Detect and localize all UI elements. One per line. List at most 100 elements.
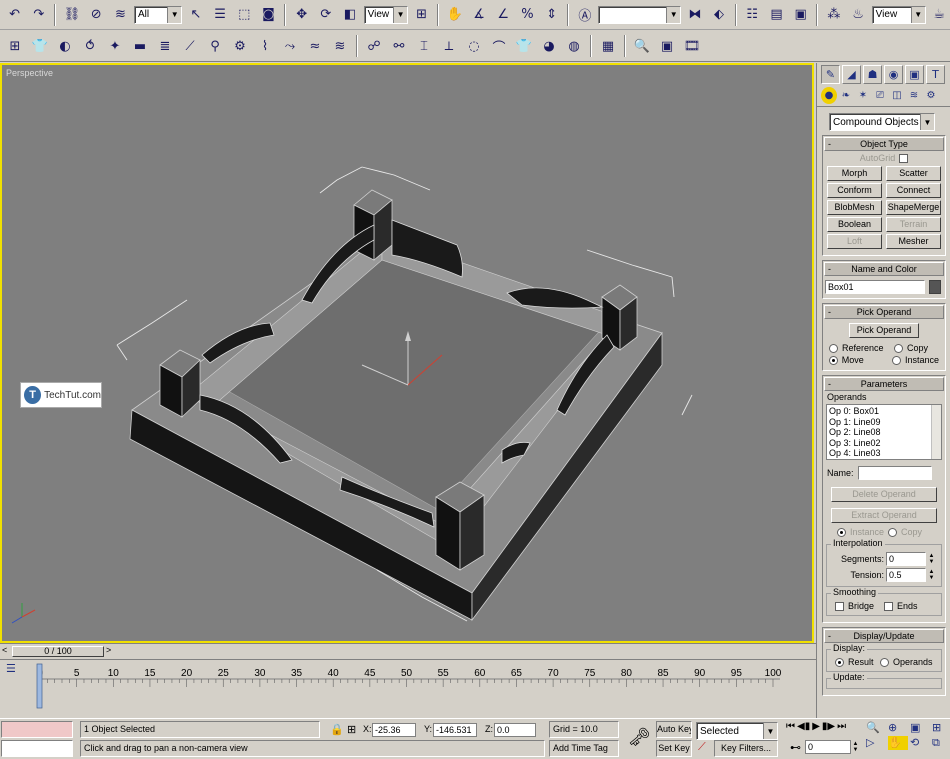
toy-car-icon[interactable]: ⌇ [254,35,276,57]
y-coordinate-field[interactable]: -146.531 [433,723,477,737]
display-tab-icon[interactable]: ▣ [905,65,924,84]
operands-scrollbar[interactable] [931,405,941,459]
instance-radio[interactable] [892,355,901,365]
reference-radio[interactable] [829,343,838,353]
maximize-viewport-icon[interactable]: ⧉ [932,736,950,750]
maxscript-listener-pink[interactable] [1,721,73,738]
move-radio[interactable] [829,355,838,365]
pan-icon[interactable]: ✋ [888,736,908,750]
render-scene-icon[interactable]: ♨ [847,4,868,26]
zoom-all-icon[interactable]: ⊕ [888,721,908,734]
rope-modifier-icon[interactable]: ◍ [563,35,585,57]
cloth-collection-icon[interactable]: 👕 [29,35,51,57]
viewport-render-dropdown[interactable]: View ▼ [871,5,926,24]
curve-editor-icon[interactable]: ▤ [766,4,787,26]
display-update-rollout-header[interactable]: - Display/Update [824,629,944,643]
motion-tab-icon[interactable]: ◉ [884,65,903,84]
use-pivot-center-icon[interactable]: ⊞ [411,4,432,26]
utilities-tab-icon[interactable]: T [926,65,945,84]
parameters-rollout-header[interactable]: - Parameters [824,377,944,391]
bind-to-space-warp-icon[interactable]: ≋ [110,4,131,26]
object-type-rollout-header[interactable]: - Object Type [824,137,944,151]
rigid-body-collection-icon[interactable]: ⊞ [4,35,26,57]
key-filters-button[interactable]: Key Filters... [714,740,778,757]
layer-manager-icon[interactable]: ☷ [742,4,763,26]
segments-field[interactable]: 0 [886,552,926,566]
autogrid-checkbox[interactable] [899,153,909,163]
point-to-point-icon[interactable]: ⌶ [413,35,435,57]
car-wheel-icon[interactable]: ◌ [463,35,485,57]
soft-body-collection-icon[interactable]: ◐ [54,35,76,57]
shapes-icon[interactable]: ❧ [838,87,854,104]
shapemerge-button[interactable]: ShapeMerge [886,200,941,215]
play-icon[interactable]: ▶ [812,721,820,732]
zoom-icon[interactable]: 🔍 [866,721,886,734]
name-and-color-rollout-header[interactable]: - Name and Color [824,262,944,276]
ends-checkbox[interactable] [884,601,893,611]
spinner-arrows-icon[interactable]: ▲ ▼ [928,553,935,565]
property-editor-icon[interactable]: ▦ [597,35,619,57]
key-tangent-icon[interactable]: ⟋ [698,741,706,754]
percent-snap-icon[interactable]: % [517,4,538,26]
mirror-icon[interactable]: ⧓ [684,4,705,26]
rope-collection-icon[interactable]: ⥀ [79,35,101,57]
select-and-link-icon[interactable]: ⛓ [61,4,82,26]
window-crossing-icon[interactable]: ◙ [258,4,279,26]
list-item[interactable]: Op 3: Line02 [829,438,939,449]
selection-filter-dropdown[interactable]: All ▼ [134,5,183,24]
spring-icon[interactable]: ≣ [154,35,176,57]
previous-frame-icon[interactable]: ◀▮ [797,721,810,732]
time-slider[interactable]: 0 / 100 [12,646,104,657]
conform-button[interactable]: Conform [827,183,882,198]
result-radio[interactable] [835,657,844,667]
preview-animation-icon[interactable]: ▣ [656,35,678,57]
list-item[interactable]: Op 1: Line09 [829,417,939,428]
list-item[interactable]: Op 0: Box01 [829,406,939,417]
set-key-button[interactable]: Set Key [656,740,692,757]
fracture-icon[interactable]: ⤳ [279,35,301,57]
analyze-world-icon[interactable]: 🔍 [631,35,653,57]
morph-button[interactable]: Morph [827,166,882,181]
create-animation-icon[interactable]: 🎞 [681,35,703,57]
systems-icon[interactable]: ⚙ [923,87,939,104]
go-to-end-icon[interactable]: ⏭ [837,721,846,732]
angle-snap-icon[interactable]: ∠ [493,4,514,26]
selection-lock-icon[interactable]: 🔒 [330,723,344,736]
lights-icon[interactable]: ✶ [855,87,871,104]
modify-tab-icon[interactable]: ◢ [842,65,861,84]
spinner-snap-icon[interactable]: ⇕ [541,4,562,26]
dashpot-icon[interactable]: ⟋ [179,35,201,57]
list-item[interactable]: Op 4: Line03 [829,448,939,459]
select-and-move-icon[interactable]: ✥ [291,4,312,26]
object-color-swatch[interactable] [929,280,941,294]
connect-button[interactable]: Connect [886,183,941,198]
hierarchy-tab-icon[interactable]: ☗ [863,65,882,84]
x-coordinate-field[interactable]: -25.36 [372,723,416,737]
hinge-icon[interactable]: ⚯ [388,35,410,57]
rectangular-selection-icon[interactable]: ⬚ [234,4,255,26]
operands-radio[interactable] [880,657,889,667]
field-of-view-icon[interactable]: ▷ [866,736,886,750]
z-coordinate-field[interactable]: 0.0 [494,723,536,737]
geometry-icon[interactable]: ● [821,87,837,104]
rag-doll-icon[interactable]: ☍ [363,35,385,57]
list-item[interactable]: Op 2: Line08 [829,427,939,438]
select-by-name-icon[interactable]: ☰ [209,4,230,26]
constraint-solver-icon[interactable]: ≋ [329,35,351,57]
mesher-button[interactable]: Mesher [886,234,941,249]
add-time-tag-button[interactable]: Add Time Tag [549,740,619,757]
helpers-icon[interactable]: ◫ [889,87,905,104]
geometry-category-dropdown[interactable]: Compound Objects ▼ [829,113,935,131]
plane-icon[interactable]: ▬ [129,35,151,57]
align-icon[interactable]: ⬖ [708,4,729,26]
copy-radio[interactable] [894,343,903,353]
viewport-label[interactable]: Perspective [6,68,53,78]
perspective-viewport[interactable]: Perspective T TechTut.com [0,63,814,643]
object-name-field[interactable]: Box01 [825,280,925,294]
bridge-checkbox[interactable] [835,601,844,611]
scatter-button[interactable]: Scatter [886,166,941,181]
tension-field[interactable]: 0.5 [886,568,926,582]
space-warps-icon[interactable]: ≋ [906,87,922,104]
operand-name-field[interactable] [857,466,932,480]
soft-body-modifier-icon[interactable]: ◕ [538,35,560,57]
